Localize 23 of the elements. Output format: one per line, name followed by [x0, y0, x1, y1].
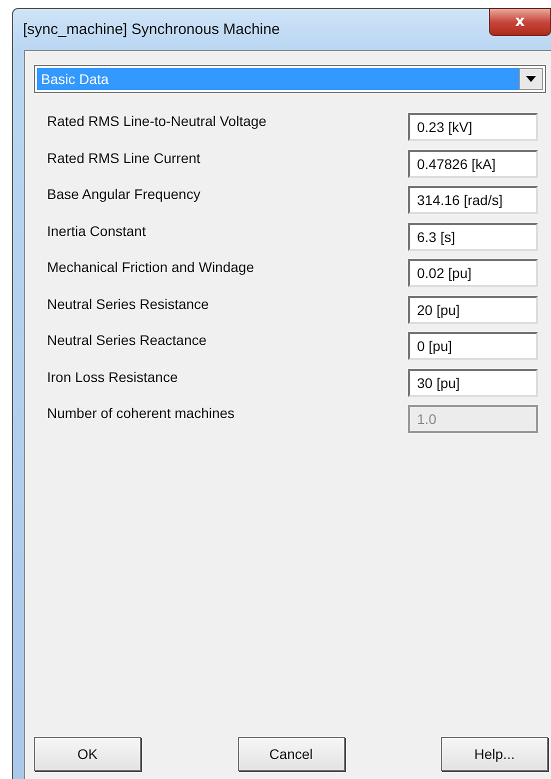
field-label: Neutral Series Reactance: [47, 332, 208, 348]
input-field[interactable]: 20 [pu]: [408, 296, 538, 324]
field-label: Iron Loss Resistance: [47, 368, 179, 384]
dialog-button[interactable]: Help...: [441, 737, 548, 771]
field-label: Base Angular Frequency: [47, 186, 202, 202]
field-label: Rated RMS Line Current: [47, 150, 202, 166]
input-field[interactable]: 314.16 [rad/s]: [408, 186, 538, 214]
field-label: Mechanical Friction and Windage: [47, 259, 255, 275]
input-field[interactable]: 6.3 [s]: [408, 222, 538, 250]
input-field[interactable]: 0.47826 [kA]: [408, 150, 538, 178]
dialog-button[interactable]: Cancel: [238, 737, 344, 771]
input-field[interactable]: 0.02 [pu]: [408, 259, 538, 287]
window-title: [sync_machine] Synchronous Machine: [23, 21, 280, 38]
close-button[interactable]: x: [489, 8, 551, 36]
field-label: Inertia Constant: [47, 222, 147, 238]
input-field[interactable]: 30 [pu]: [408, 368, 538, 396]
field-label: Neutral Series Resistance: [47, 296, 210, 312]
field-label: Number of coherent machines: [47, 405, 236, 421]
input-field[interactable]: 0 [pu]: [408, 332, 538, 360]
field-label: Rated RMS Line-to-Neutral Voltage: [47, 113, 268, 129]
input-field[interactable]: 0.23 [kV]: [408, 113, 538, 141]
dropdown-arrow-icon: [526, 76, 536, 82]
dialog-button[interactable]: OK: [34, 737, 141, 771]
